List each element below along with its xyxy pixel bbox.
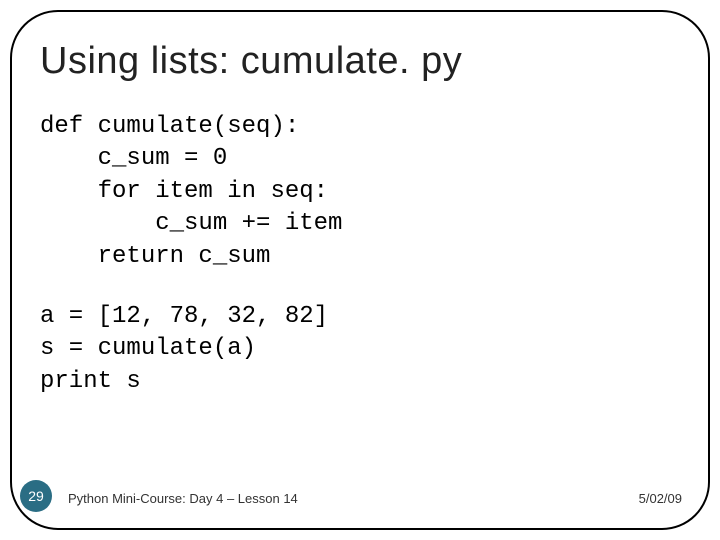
code-block-definition: def cumulate(seq): c_sum = 0 for item in… <box>40 111 680 273</box>
footer-date: 5/02/09 <box>639 491 682 506</box>
slide-title: Using lists: cumulate. py <box>40 40 680 83</box>
footer-course-label: Python Mini-Course: Day 4 – Lesson 14 <box>68 491 298 506</box>
page-number-badge: 29 <box>20 480 52 512</box>
slide-footer: 29 Python Mini-Course: Day 4 – Lesson 14… <box>0 482 720 512</box>
slide-content: Using lists: cumulate. py def cumulate(s… <box>40 40 680 500</box>
code-block-usage: a = [12, 78, 32, 82] s = cumulate(a) pri… <box>40 301 680 398</box>
